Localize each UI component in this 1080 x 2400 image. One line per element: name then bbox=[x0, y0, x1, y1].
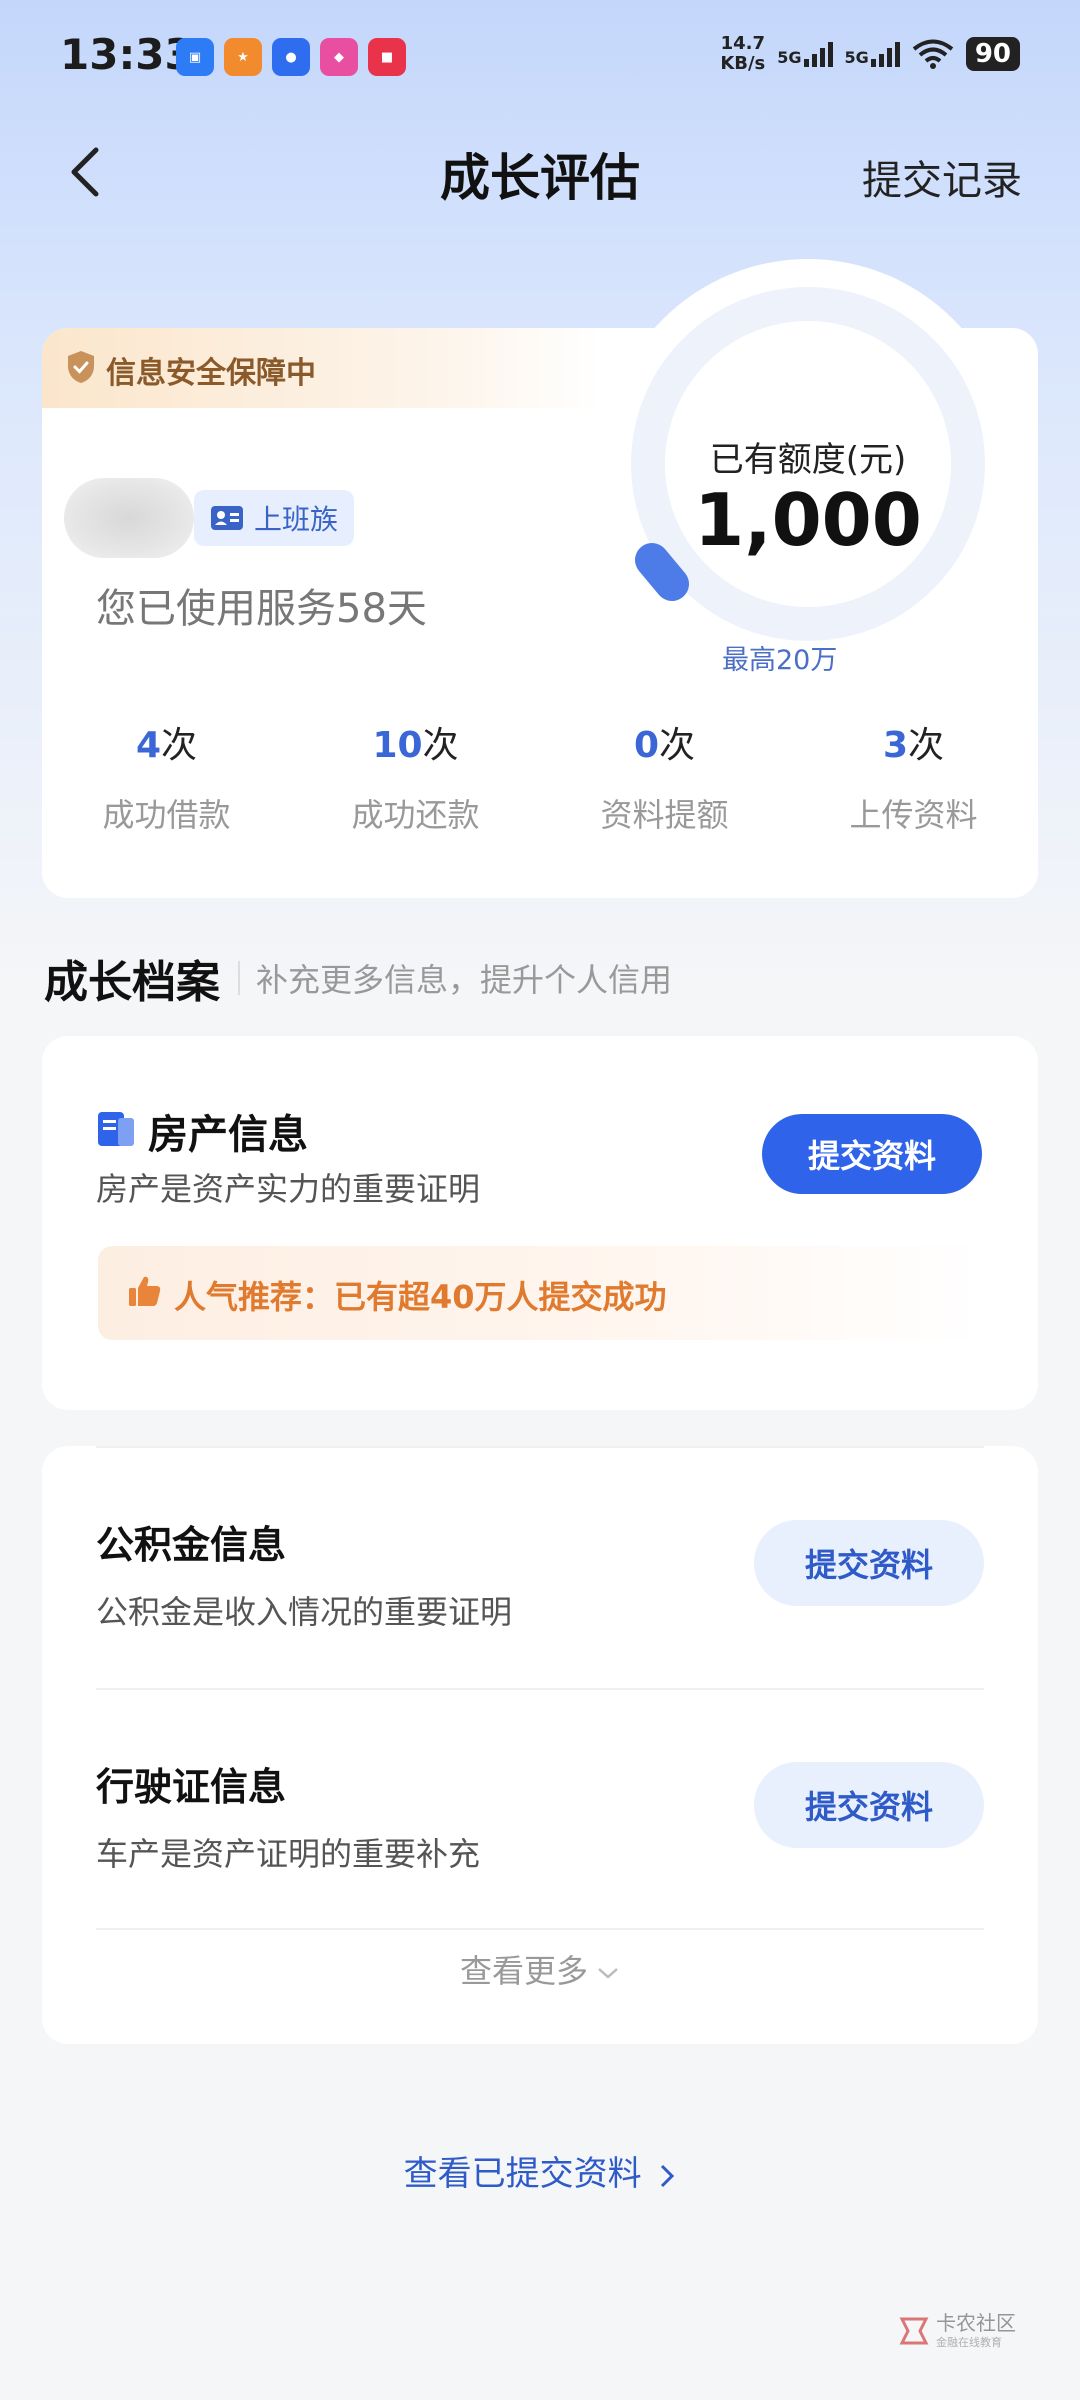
popular-text: 人气推荐：已有超40万人提交成功 bbox=[174, 1278, 667, 1316]
watermark-icon bbox=[899, 2317, 929, 2345]
quota-value: 1,000 bbox=[694, 478, 922, 562]
quota-max: 最高20万 bbox=[722, 645, 838, 676]
network-speed-unit: KB/s bbox=[720, 53, 766, 74]
watermark-title: 卡农社区 bbox=[936, 2311, 1016, 2335]
view-submitted-label: 查看已提交资料 bbox=[403, 2154, 642, 2194]
section-title: 成长档案 bbox=[44, 957, 220, 1008]
app-icon-1: ▣ bbox=[176, 38, 214, 76]
section-divider bbox=[238, 961, 240, 995]
app-icon-3: ● bbox=[272, 38, 310, 76]
stat-unit: 次 bbox=[908, 725, 945, 766]
stat-unit: 次 bbox=[422, 725, 459, 766]
watermark-subtitle: 金融在线教育 bbox=[936, 2336, 1002, 2349]
housing-fund-submit-button[interactable]: 提交资料 bbox=[754, 1520, 984, 1606]
stat-label: 成功还款 bbox=[351, 796, 480, 834]
popular-recommendation-banner: 人气推荐：已有超40万人提交成功 bbox=[98, 1246, 986, 1340]
other-info-card: 公积金信息 公积金是收入情况的重要证明 提交资料 行驶证信息 车产是资产证明的重… bbox=[42, 1446, 1038, 2044]
stat-successful-repayments: 10次 成功还款 bbox=[291, 716, 540, 836]
submit-records-link[interactable]: 提交记录 bbox=[862, 148, 1022, 206]
divider bbox=[96, 1688, 984, 1690]
property-desc: 房产是资产实力的重要证明 bbox=[96, 1170, 481, 1208]
signal-1-icon: 5G bbox=[777, 41, 833, 67]
vehicle-license-submit-button[interactable]: 提交资料 bbox=[754, 1762, 984, 1848]
stat-unit: 次 bbox=[161, 725, 198, 766]
stat-label: 上传资料 bbox=[849, 796, 978, 834]
see-more-label: 查看更多 bbox=[459, 1952, 588, 1990]
divider bbox=[96, 1446, 984, 1448]
vehicle-license-item[interactable]: 行驶证信息 车产是资产证明的重要补充 提交资料 bbox=[96, 1756, 984, 1875]
user-tag-label: 上班族 bbox=[254, 503, 339, 536]
property-title: 房产信息 bbox=[148, 1112, 308, 1158]
app-icon-5: ■ bbox=[368, 38, 406, 76]
stat-value: 10 bbox=[372, 725, 423, 766]
system-indicators: 14.7 KB/s 5G 5G 90 bbox=[720, 34, 1020, 74]
app-icon-2: ★ bbox=[224, 38, 262, 76]
battery-indicator: 90 bbox=[965, 37, 1020, 71]
housing-fund-item[interactable]: 公积金信息 公积金是收入情况的重要证明 提交资料 bbox=[96, 1514, 984, 1633]
thumbs-up-icon bbox=[129, 1276, 161, 1306]
avatar bbox=[64, 478, 194, 558]
document-icon bbox=[98, 1112, 134, 1146]
security-banner-text: 信息安全保障中 bbox=[106, 356, 316, 391]
chevron-right-icon bbox=[661, 2164, 675, 2187]
network-speed-value: 14.7 bbox=[720, 33, 765, 54]
user-tag: 上班族 bbox=[194, 490, 355, 546]
growth-summary-card: 信息安全保障中 上班族 您已使用服务58天 已有额度(元) 1,000 最高20… bbox=[42, 259, 1038, 898]
usage-days-text: 您已使用服务58天 bbox=[96, 586, 427, 632]
quota-label: 已有额度(元) bbox=[709, 440, 907, 480]
stat-value: 3 bbox=[882, 725, 909, 766]
id-card-icon bbox=[211, 506, 243, 530]
property-submit-button[interactable]: 提交资料 bbox=[762, 1114, 982, 1194]
stat-quota-increase: 0次 资料提额 bbox=[540, 716, 789, 836]
stat-label: 成功借款 bbox=[102, 796, 231, 834]
stats-row: 4次 成功借款 10次 成功还款 0次 资料提额 3次 上传资料 bbox=[42, 716, 1038, 836]
view-submitted-link[interactable]: 查看已提交资料 bbox=[0, 2146, 1080, 2195]
see-more-button[interactable]: 查看更多 bbox=[42, 1946, 1038, 1992]
section-subtitle: 补充更多信息，提升个人信用 bbox=[256, 961, 673, 999]
sim2-label: 5G bbox=[844, 48, 869, 67]
stat-value: 4 bbox=[135, 725, 162, 766]
watermark-logo: 卡农社区 金融在线教育 bbox=[898, 2312, 1016, 2350]
status-time: 13:33 bbox=[60, 30, 194, 79]
chevron-down-icon bbox=[598, 1968, 618, 1979]
growth-archive-header: 成长档案 补充更多信息，提升个人信用 bbox=[44, 946, 672, 1010]
notification-app-icons: ▣ ★ ● ◆ ■ bbox=[176, 38, 406, 76]
app-icon-4: ◆ bbox=[320, 38, 358, 76]
property-info-card: 房产信息 房产是资产实力的重要证明 提交资料 人气推荐：已有超40万人提交成功 bbox=[42, 1036, 1038, 1410]
stat-successful-loans: 4次 成功借款 bbox=[42, 716, 291, 836]
stat-label: 资料提额 bbox=[600, 796, 729, 834]
network-speed: 14.7 KB/s bbox=[720, 34, 765, 74]
status-bar: 13:33 ▣ ★ ● ◆ ■ 14.7 KB/s 5G 5G 90 bbox=[0, 0, 1080, 112]
stat-uploads: 3次 上传资料 bbox=[789, 716, 1038, 836]
divider bbox=[96, 1928, 984, 1930]
wifi-icon bbox=[912, 39, 954, 69]
stat-value: 0 bbox=[633, 725, 660, 766]
shield-icon bbox=[68, 351, 94, 383]
security-banner: 信息安全保障中 bbox=[42, 328, 602, 408]
stat-unit: 次 bbox=[659, 725, 696, 766]
signal-2-icon: 5G bbox=[845, 41, 900, 67]
sim1-label: 5G bbox=[777, 48, 802, 67]
